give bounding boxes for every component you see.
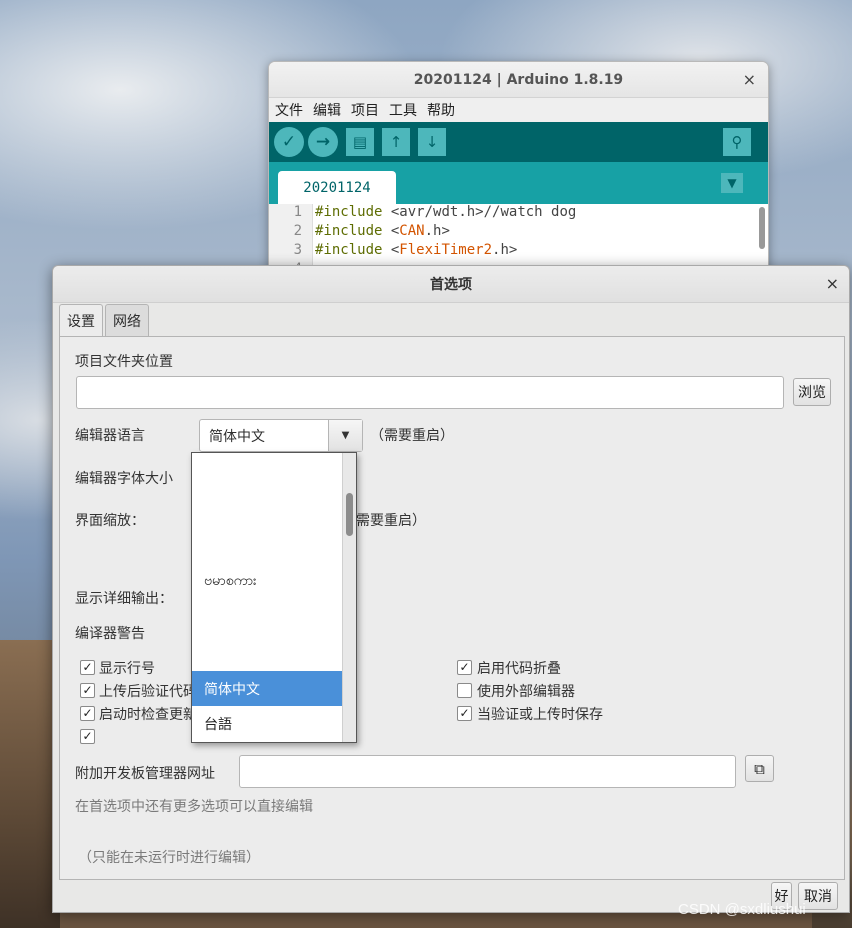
show-line-numbers-checkbox[interactable]: ✓ — [80, 660, 95, 675]
menu-tools[interactable]: 工具 — [389, 100, 417, 120]
open-icon[interactable]: ↑ — [382, 128, 410, 156]
window-title: 20201124 | Arduino 1.8.19 — [413, 71, 624, 88]
code-keyword: #include — [315, 242, 383, 258]
interface-scale-label: 界面缩放： — [75, 513, 145, 529]
check-updates-checkbox[interactable]: ✓ — [80, 706, 95, 721]
edit-only-when-closed-note: （只能在未运行时进行编辑） — [78, 850, 260, 866]
tabbar: 设置 网络 — [59, 304, 151, 337]
code-text: < — [382, 223, 400, 239]
preferences-titlebar: 首选项 × — [53, 266, 849, 303]
verify-icon[interactable]: ✓ — [274, 127, 304, 157]
code-text: .h> — [492, 242, 518, 258]
desktop-background — [0, 640, 60, 928]
show-line-numbers-label: 显示行号 — [99, 661, 155, 677]
editor-language-value: 简体中文 — [209, 428, 265, 445]
new-sketch-icon[interactable]: ▤ — [346, 128, 374, 156]
code-folding-checkbox[interactable]: ✓ — [457, 660, 472, 675]
menu-help[interactable]: 帮助 — [427, 100, 455, 120]
dropdown-scrollbar[interactable] — [342, 453, 356, 742]
chevron-down-icon[interactable]: ▼ — [328, 420, 362, 451]
tab-menu-icon[interactable]: ▼ — [721, 173, 743, 193]
line-number: 3 — [269, 242, 313, 261]
code-text: .h>//watch dog — [458, 204, 577, 220]
editor-language-label: 编辑器语言 — [75, 428, 145, 444]
extra-option-checkbox[interactable]: ✓ — [80, 729, 95, 744]
code-text: avr/wdt — [399, 204, 459, 220]
toolbar: ✓ → ▤ ↑ ↓ ⚲ — [269, 122, 768, 162]
arduino-titlebar: 20201124 | Arduino 1.8.19 × — [269, 62, 768, 98]
preferences-dialog: 首选项 × 设置 网络 项目文件夹位置 浏览 编辑器语言 简体中文 ▼ （需要重… — [52, 265, 850, 913]
code-text: .h> — [424, 223, 450, 239]
font-size-label: 编辑器字体大小 — [75, 471, 173, 487]
settings-panel: 项目文件夹位置 浏览 编辑器语言 简体中文 ▼ （需要重启） 编辑器字体大小 界… — [59, 336, 845, 880]
language-option[interactable]: ဗမာစကား — [192, 564, 342, 599]
browse-button[interactable]: 浏览 — [793, 378, 831, 406]
dropdown-scroll-thumb[interactable] — [346, 493, 353, 536]
code-line: 1 #include <avr/wdt.h>//watch dog — [269, 204, 768, 223]
close-icon[interactable]: × — [743, 70, 756, 89]
serial-monitor-icon[interactable]: ⚲ — [723, 128, 751, 156]
code-text: < — [382, 242, 400, 258]
window-icon: ⧉ — [754, 759, 765, 778]
sketch-tabbar: 20201124 ▼ — [269, 162, 768, 204]
dialog-title: 首选项 — [430, 277, 472, 293]
save-on-verify-checkbox[interactable]: ✓ — [457, 706, 472, 721]
sketchbook-label: 项目文件夹位置 — [75, 354, 173, 370]
menu-sketch[interactable]: 项目 — [351, 100, 379, 120]
close-icon[interactable]: × — [826, 274, 839, 293]
restart-note: （需要重启） — [370, 428, 454, 444]
more-prefs-hint: 在首选项中还有更多选项可以直接编辑 — [75, 799, 313, 815]
boards-url-edit-button[interactable]: ⧉ — [745, 755, 774, 782]
check-updates-label: 启动时检查更新 — [99, 707, 197, 723]
boards-url-label: 附加开发板管理器网址 — [75, 766, 215, 782]
code-keyword: #include — [315, 223, 383, 239]
code-library: FlexiTimer2 — [399, 242, 493, 258]
line-number: 1 — [269, 204, 313, 223]
code-folding-label: 启用代码折叠 — [477, 661, 561, 677]
language-option-selected[interactable]: 简体中文 — [192, 671, 342, 706]
code-editor[interactable]: 1 #include <avr/wdt.h>//watch dog 2 #inc… — [269, 204, 768, 270]
code-line: 3 #include <FlexiTimer2.h> — [269, 242, 768, 261]
verify-after-upload-label: 上传后验证代码 — [99, 684, 197, 700]
verify-after-upload-checkbox[interactable]: ✓ — [80, 683, 95, 698]
menu-edit[interactable]: 编辑 — [313, 100, 341, 120]
boards-url-input[interactable] — [239, 755, 736, 788]
editor-language-select[interactable]: 简体中文 ▼ — [199, 419, 363, 452]
external-editor-checkbox[interactable] — [457, 683, 472, 698]
save-on-verify-label: 当验证或上传时保存 — [477, 707, 603, 723]
arduino-window: 20201124 | Arduino 1.8.19 × 文件 编辑 项目 工具 … — [268, 61, 769, 271]
verbose-output-label: 显示详细输出： — [75, 591, 173, 607]
upload-icon[interactable]: → — [308, 127, 338, 157]
scale-restart-note: 需要重启） — [356, 513, 426, 529]
sketchbook-input[interactable] — [76, 376, 784, 409]
language-option[interactable]: 台語 — [192, 706, 342, 741]
line-number: 2 — [269, 223, 313, 242]
save-icon[interactable]: ↓ — [418, 128, 446, 156]
code-text: < — [382, 204, 400, 220]
external-editor-label: 使用外部编辑器 — [477, 684, 575, 700]
code-library: CAN — [399, 223, 425, 239]
menubar: 文件 编辑 项目 工具 帮助 — [269, 98, 768, 122]
code-keyword: #include — [315, 204, 383, 220]
code-line: 2 #include <CAN.h> — [269, 223, 768, 242]
tab-network[interactable]: 网络 — [105, 304, 149, 336]
compiler-warnings-label: 编译器警告 — [75, 626, 145, 642]
code-scrollbar[interactable] — [759, 207, 765, 249]
watermark: CSDN @sxdliushui — [678, 901, 806, 918]
menu-file[interactable]: 文件 — [275, 100, 303, 120]
tab-settings[interactable]: 设置 — [59, 304, 103, 337]
language-dropdown-list: ဗမာစကား 简体中文 台語 — [191, 452, 357, 743]
sketch-tab[interactable]: 20201124 — [278, 171, 396, 204]
